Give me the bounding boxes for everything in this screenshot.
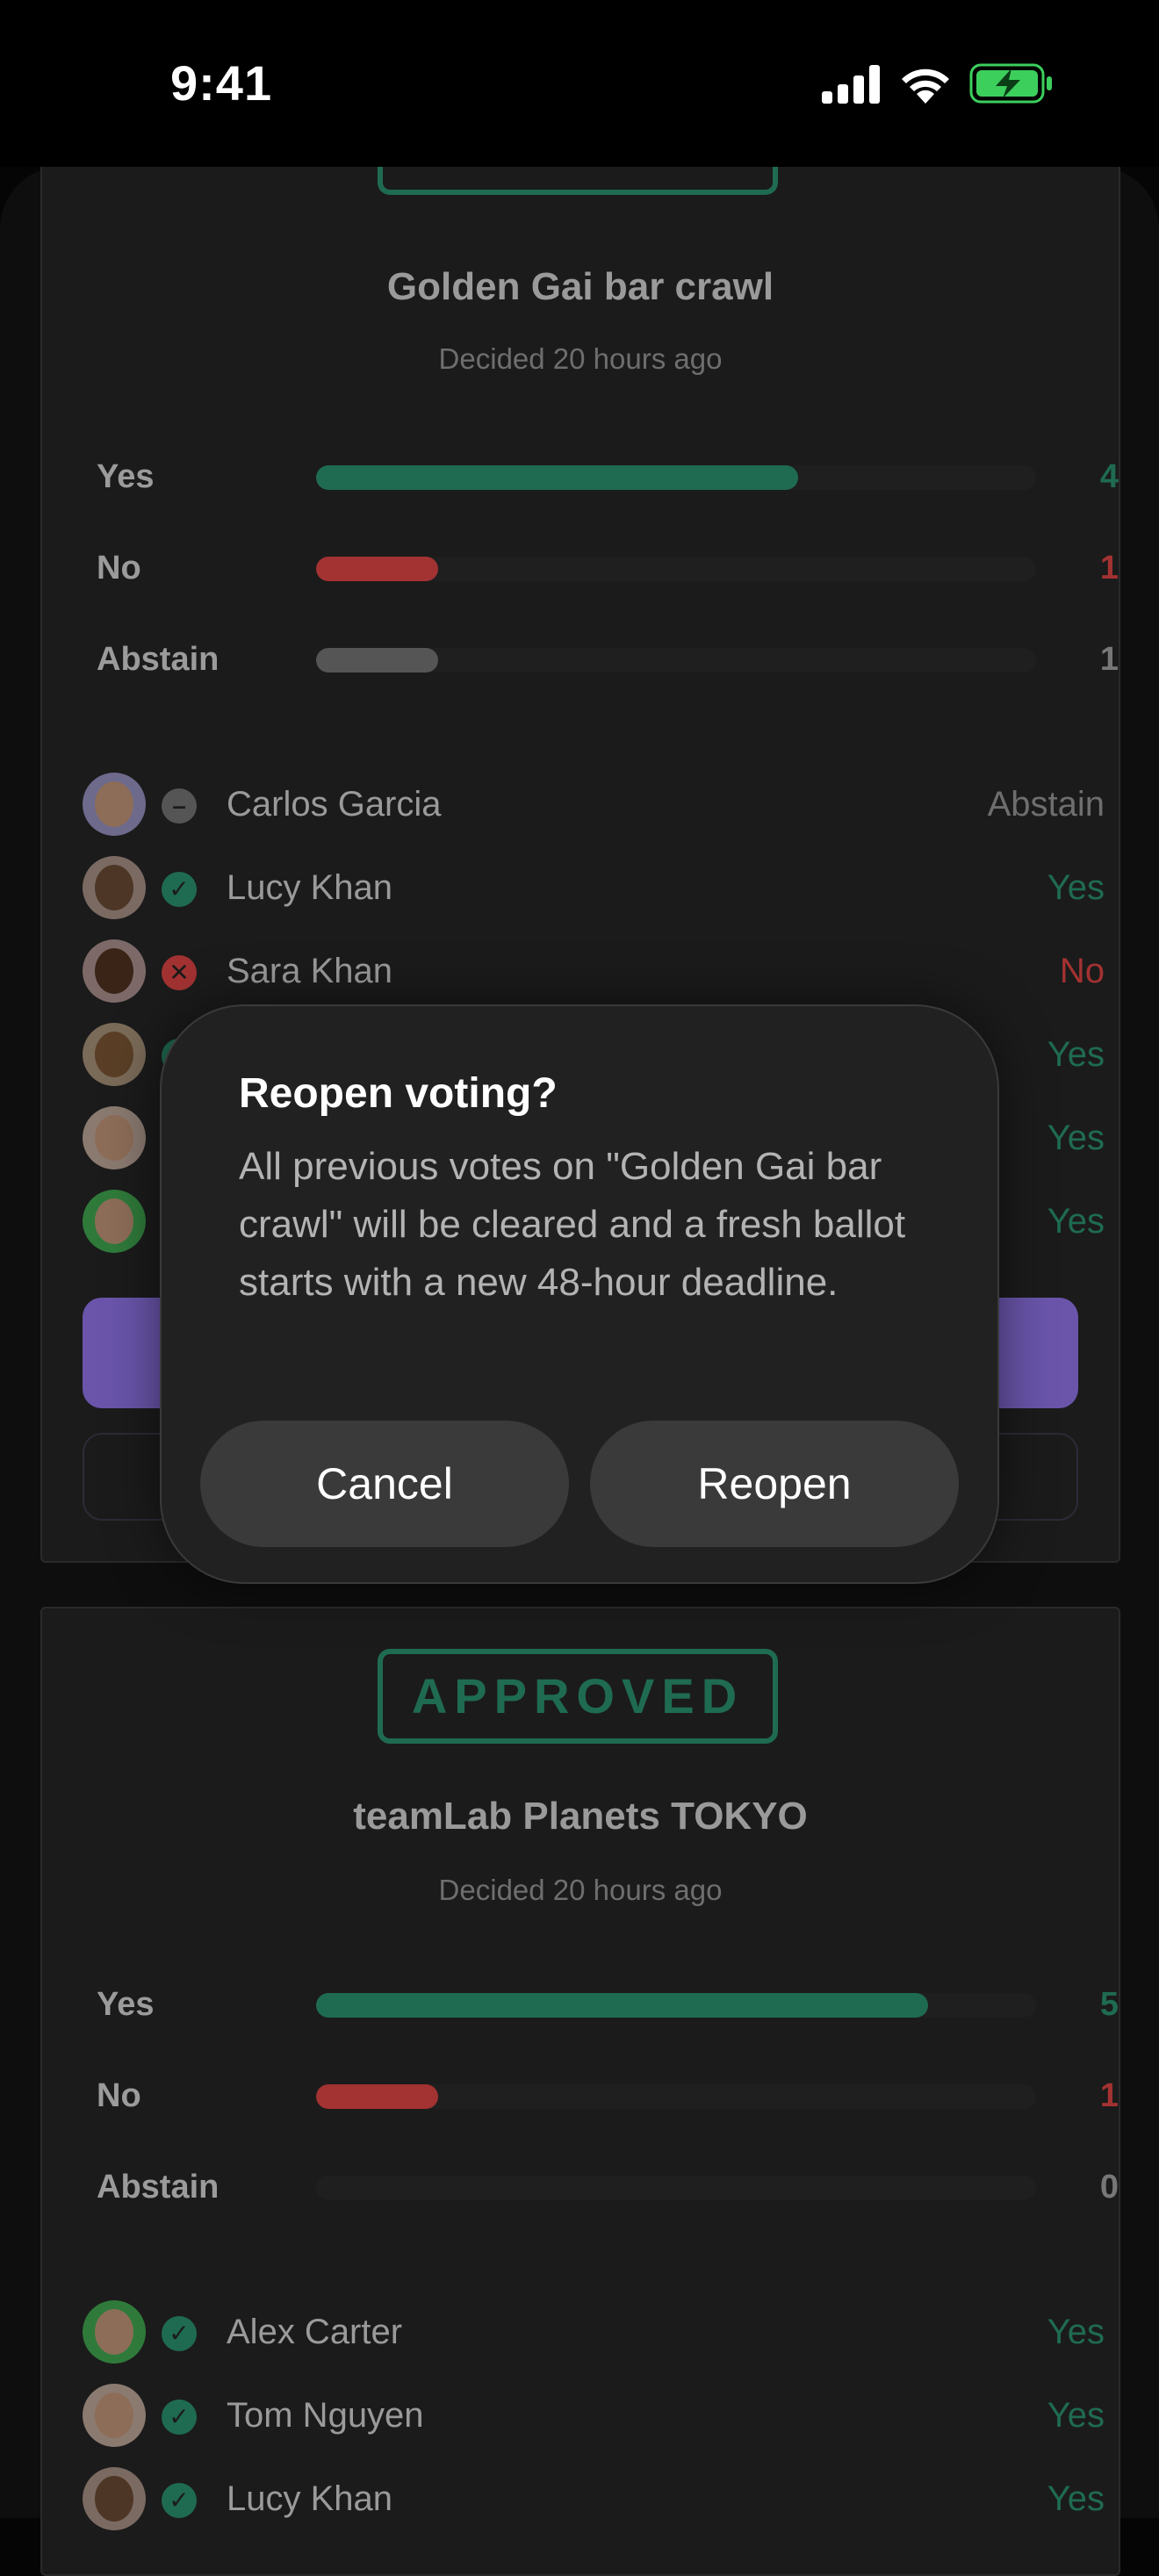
- voter-vote: Abstain: [987, 785, 1105, 824]
- tally-abstain: Abstain 0: [97, 2165, 1119, 2209]
- voter-name: Sara Khan: [227, 952, 393, 990]
- tally-count: 1: [1099, 550, 1119, 586]
- tally-track: [316, 1993, 1036, 2018]
- avatar: [83, 2384, 146, 2447]
- voter-vote: Yes: [1047, 1202, 1105, 1241]
- dialog-message: All previous votes on "Golden Gai bar cr…: [239, 1145, 906, 1304]
- voter-vote: Yes: [1047, 868, 1105, 907]
- tally-fill: [316, 1993, 928, 2018]
- voter-row: ✓ Tom Nguyen Yes: [83, 2384, 1105, 2447]
- avatar: [83, 1106, 146, 1169]
- avatar: [83, 773, 146, 836]
- check-icon: ✓: [162, 872, 197, 907]
- reopen-voting-dialog: Reopen voting? All previous votes on "Go…: [160, 1004, 999, 1584]
- voter-vote: Yes: [1047, 2479, 1105, 2518]
- tally-label: Yes: [97, 1986, 155, 2023]
- dialog-title: Reopen voting?: [239, 1070, 558, 1117]
- tally-label: No: [97, 550, 141, 586]
- avatar: [83, 1190, 146, 1253]
- voter-name: Alex Carter: [227, 2313, 403, 2351]
- check-icon: ✓: [162, 2483, 197, 2518]
- cross-icon: ✕: [162, 955, 197, 990]
- reopen-button[interactable]: Reopen: [590, 1421, 959, 1547]
- tally-fill: [316, 2084, 439, 2109]
- tally-abstain: Abstain 1: [97, 637, 1119, 681]
- battery-charging-icon: [969, 63, 1052, 104]
- voter-row: ✕ Sara Khan No: [83, 939, 1105, 1003]
- voter-row: – Carlos Garcia Abstain: [83, 773, 1105, 836]
- status-time: 9:41: [170, 55, 273, 111]
- tally-no: No 1: [97, 2074, 1119, 2118]
- tally-track: [316, 465, 1036, 490]
- card-title: Golden Gai bar crawl: [386, 265, 774, 308]
- tally-no: No 1: [97, 546, 1119, 590]
- tally-label: Abstain: [97, 2169, 220, 2205]
- wifi-icon: [902, 68, 949, 104]
- voter-row: ✓ Lucy Khan Yes: [83, 856, 1105, 919]
- check-icon: ✓: [162, 2400, 197, 2435]
- voter-vote: Yes: [1047, 1119, 1105, 1157]
- voter-row: ✓ Alex Carter Yes: [83, 2300, 1105, 2364]
- decided-time: Decided 20 hours ago: [438, 342, 723, 375]
- voter-vote: Yes: [1047, 2396, 1105, 2435]
- tally-count: 4: [1099, 458, 1119, 495]
- decision-card: APPROVED teamLab Planets TOKYO Decided 2…: [40, 1607, 1120, 2576]
- avatar: [83, 2300, 146, 2364]
- tally-fill: [316, 465, 799, 490]
- avatar: [83, 856, 146, 919]
- tally-track: [316, 2176, 1036, 2200]
- avatar: [83, 2467, 146, 2530]
- voter-name: Lucy Khan: [227, 868, 393, 907]
- tally-count: 0: [1099, 2169, 1119, 2205]
- tally-yes: Yes 4: [97, 455, 1119, 499]
- approved-stamp: APPROVED: [378, 1649, 778, 1744]
- tally-fill: [316, 648, 439, 673]
- tally-track: [316, 2084, 1036, 2109]
- abstain-icon: –: [162, 788, 197, 824]
- cellular-signal-icon: [822, 65, 882, 104]
- cancel-button[interactable]: Cancel: [200, 1421, 569, 1547]
- voter-name: Carlos Garcia: [227, 785, 442, 824]
- check-icon: ✓: [162, 2316, 197, 2351]
- tally-yes: Yes 5: [97, 1982, 1119, 2026]
- voter-name: Tom Nguyen: [227, 2396, 424, 2435]
- tally-label: No: [97, 2077, 141, 2114]
- avatar: [83, 939, 146, 1003]
- decided-time: Decided 20 hours ago: [438, 1874, 723, 1906]
- tally-label: Abstain: [97, 641, 220, 678]
- voter-row: ✓ Lucy Khan Yes: [83, 2467, 1105, 2530]
- voter-vote: Yes: [1047, 1035, 1105, 1074]
- tally-track: [316, 557, 1036, 581]
- voter-vote: Yes: [1047, 2313, 1105, 2351]
- voter-name: Lucy Khan: [227, 2479, 393, 2518]
- tally-count: 1: [1099, 641, 1119, 678]
- tally-label: Yes: [97, 458, 155, 495]
- avatar: [83, 1023, 146, 1086]
- tally-fill: [316, 557, 439, 581]
- tally-count: 5: [1099, 1986, 1119, 2023]
- voter-vote: No: [1059, 952, 1105, 990]
- tally-count: 1: [1099, 2077, 1119, 2114]
- tally-track: [316, 648, 1036, 673]
- status-bar: 9:41: [0, 0, 1159, 167]
- card-title: teamLab Planets TOKYO: [353, 1795, 808, 1838]
